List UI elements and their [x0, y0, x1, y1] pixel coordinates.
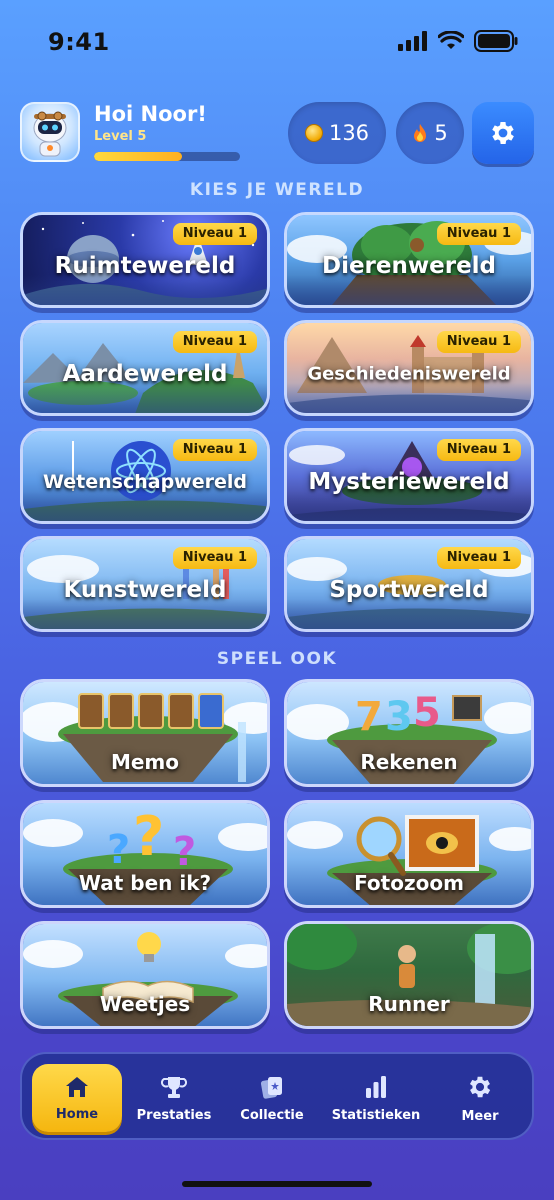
svg-text:7: 7 — [355, 694, 383, 740]
home-icon — [66, 1076, 88, 1097]
wifi-icon — [438, 31, 464, 49]
coin-icon — [304, 124, 323, 142]
world-card-space[interactable]: Ruimtewereld Niveau 1 — [20, 212, 270, 308]
signal-icon — [398, 31, 427, 51]
world-card-animals[interactable]: Dierenwereld Niveau 1 — [284, 212, 534, 308]
battery-icon — [474, 30, 518, 52]
svg-text:3: 3 — [385, 694, 413, 740]
status-icons — [398, 30, 518, 52]
level-badge: Niveau 1 — [436, 223, 521, 245]
card-shade — [287, 383, 531, 413]
game-card-memo[interactable]: Memo — [20, 679, 270, 787]
games-section-title: SPEEL OOK — [216, 649, 338, 669]
level-badge: Niveau 1 — [436, 331, 521, 353]
world-card-earth[interactable]: Aardewereld Niveau 1 — [20, 320, 270, 416]
level-badge: Niveau 1 — [172, 331, 257, 353]
game-card-runner[interactable]: Runner — [284, 921, 534, 1029]
xp-progress-fill — [94, 152, 182, 161]
world-card-art[interactable]: Kunstwereld Niveau 1 — [20, 536, 270, 632]
level-badge: Niveau 1 — [172, 439, 257, 461]
nav-label: Collectie — [240, 1107, 304, 1123]
game-name: Fotozoom — [354, 871, 464, 895]
greeting-text: Hoi Noor! — [94, 102, 207, 126]
nav-label: Prestaties — [136, 1107, 212, 1123]
coins-value: 136 — [328, 121, 370, 145]
coins-counter[interactable]: 136 — [288, 102, 386, 164]
xp-progress-bar — [94, 152, 240, 161]
nav-prestaties[interactable]: Prestaties — [136, 1064, 212, 1132]
robot-avatar-icon — [33, 111, 67, 157]
settings-button[interactable] — [472, 102, 534, 164]
home-indicator — [182, 1181, 372, 1187]
card-shade — [23, 491, 267, 521]
svg-text:?: ? — [173, 829, 196, 875]
game-card-weetjes[interactable]: Weetjes — [20, 921, 270, 1029]
game-card-fotozoom[interactable]: Fotozoom — [284, 800, 534, 908]
card-shade — [287, 599, 531, 629]
world-name: Ruimtewereld — [54, 253, 236, 279]
profile-header: Hoi Noor! Level 5 136 5 — [20, 102, 534, 166]
svg-text:?: ? — [107, 827, 130, 873]
nav-collectie[interactable]: Collectie — [234, 1064, 310, 1132]
world-card-sport[interactable]: Sportwereld Niveau 1 — [284, 536, 534, 632]
card-shade — [287, 275, 531, 305]
game-name: Wat ben ik? — [78, 871, 212, 895]
streak-counter[interactable]: 5 — [396, 102, 464, 164]
world-name: Dierenwereld — [321, 253, 497, 279]
avatar[interactable] — [20, 102, 80, 162]
nav-statistieken[interactable]: Statistieken — [328, 1064, 424, 1132]
cards-icon — [260, 1076, 282, 1099]
level-badge: Niveau 1 — [436, 439, 521, 461]
game-name: Runner — [368, 992, 450, 1016]
world-name: Geschiedeniswereld — [307, 363, 511, 385]
status-time: 9:41 — [48, 28, 110, 56]
game-name: Weetjes — [99, 992, 191, 1016]
streak-value: 5 — [434, 121, 448, 145]
level-text: Level 5 — [94, 129, 147, 144]
world-name: Wetenschapwereld — [43, 471, 247, 493]
world-card-history[interactable]: Geschiedeniswereld Niveau 1 — [284, 320, 534, 416]
flame-icon — [414, 124, 427, 142]
gear-icon — [492, 122, 514, 144]
card-shade — [23, 383, 267, 413]
svg-text:?: ? — [133, 805, 164, 868]
nav-home[interactable]: Home — [32, 1064, 122, 1132]
game-card-wat-ben-ik[interactable]: ? ? ? Wat ben ik? — [20, 800, 270, 908]
card-shade — [23, 275, 267, 305]
nav-meer[interactable]: Meer — [442, 1064, 518, 1132]
level-badge: Niveau 1 — [172, 223, 257, 245]
gear-icon — [469, 1076, 491, 1097]
worlds-section-title: KIES JE WERELD — [189, 180, 365, 200]
game-card-rekenen[interactable]: 7 3 5 Rekenen — [284, 679, 534, 787]
nav-label: Home — [55, 1106, 99, 1122]
nav-label: Meer — [461, 1108, 499, 1124]
world-card-mystery[interactable]: Mysteriewereld Niveau 1 — [284, 428, 534, 524]
svg-text:5: 5 — [413, 690, 441, 736]
game-name: Rekenen — [360, 750, 458, 774]
status-bar: 9:41 — [0, 0, 554, 80]
world-name: Kunstwereld — [63, 577, 227, 603]
card-shade — [287, 491, 531, 521]
world-name: Mysteriewereld — [308, 469, 510, 495]
world-name: Sportwereld — [329, 577, 489, 603]
world-name: Aardewereld — [62, 361, 228, 387]
card-shade — [23, 599, 267, 629]
trophy-icon — [161, 1076, 187, 1098]
bar-chart-icon — [366, 1075, 386, 1098]
bottom-nav: Home Prestaties Collectie Statistieken M… — [20, 1052, 534, 1140]
game-name: Memo — [110, 750, 180, 774]
level-badge: Niveau 1 — [436, 547, 521, 569]
world-card-science[interactable]: Wetenschapwereld Niveau 1 — [20, 428, 270, 524]
level-badge: Niveau 1 — [172, 547, 257, 569]
nav-label: Statistieken — [331, 1107, 421, 1123]
